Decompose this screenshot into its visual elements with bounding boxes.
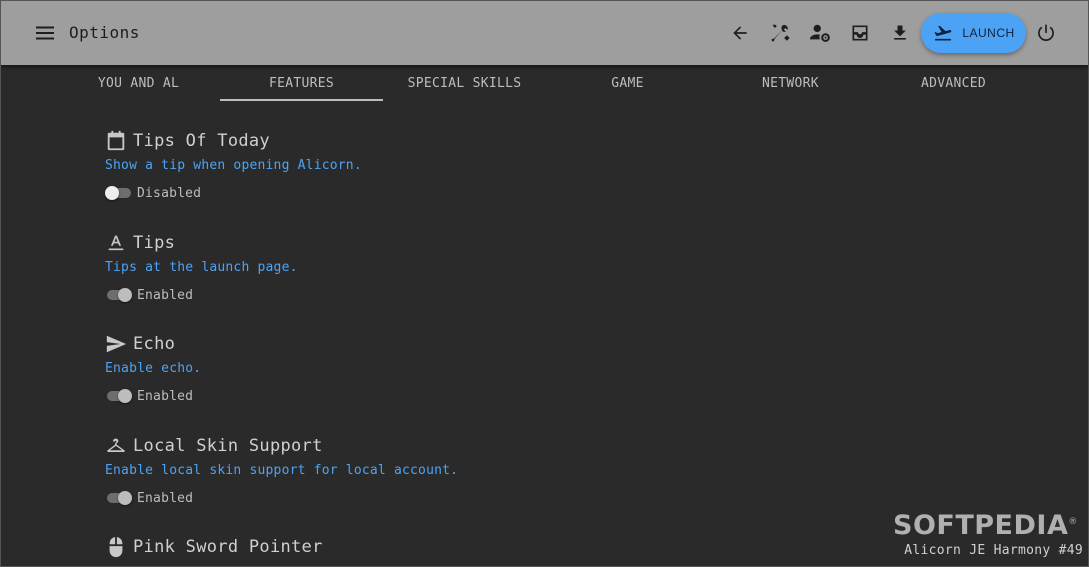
option-title: Tips	[133, 233, 176, 253]
option-description: Tips at the launch page.	[105, 260, 298, 275]
toggle-state-label: Disabled	[137, 185, 202, 201]
inbox-button[interactable]	[846, 19, 874, 47]
download-button[interactable]	[886, 19, 914, 47]
inbox-icon	[852, 25, 868, 41]
toggle-state-label: Enabled	[137, 287, 194, 303]
option-title: Local Skin Support	[133, 436, 323, 456]
account-settings-button[interactable]	[806, 19, 834, 47]
tab-features[interactable]: FEATURES	[220, 65, 383, 101]
power-button[interactable]	[1032, 19, 1060, 47]
launch-button[interactable]: LAUNCH	[921, 13, 1026, 53]
option-title: Pink Sword Pointer	[133, 537, 323, 557]
echo-toggle[interactable]	[105, 386, 132, 406]
option-title: Echo	[133, 334, 176, 354]
tools-icon	[771, 24, 790, 42]
tab-you-and-al[interactable]: YOU AND AL	[57, 65, 220, 101]
option-tips: Tips Tips at the launch page. Enabled	[105, 231, 298, 305]
power-icon	[1038, 24, 1054, 41]
options-tabs: YOU AND AL FEATURES SPECIAL SKILLS GAME …	[57, 65, 1035, 101]
app-window: Options LAUNCH YOU AND AL FEATURES SPECI…	[0, 0, 1089, 567]
tips-of-today-toggle[interactable]	[105, 183, 131, 203]
option-description: Show a tip when opening Alicorn.	[105, 158, 362, 173]
format-text-icon	[108, 235, 124, 251]
back-button[interactable]	[726, 19, 754, 47]
menu-icon	[36, 26, 54, 40]
option-local-skin-support: Local Skin Support Enable local skin sup…	[105, 434, 458, 508]
send-icon	[106, 335, 127, 353]
launch-label: LAUNCH	[962, 26, 1015, 40]
version-label: Alicorn JE Harmony #49	[904, 543, 1083, 558]
account-settings-icon	[809, 24, 830, 42]
tab-advanced[interactable]: ADVANCED	[872, 65, 1035, 101]
option-echo: Echo Enable echo. Enabled	[105, 332, 201, 406]
option-description: Enable local skin support for local acco…	[105, 463, 459, 478]
toggle-state-label: Enabled	[137, 388, 194, 404]
mouse-icon	[109, 537, 123, 558]
option-tips-of-today: Tips Of Today Show a tip when opening Al…	[105, 129, 362, 203]
menu-button[interactable]	[33, 21, 57, 45]
airplane-takeoff-icon	[934, 25, 952, 41]
tab-game[interactable]: GAME	[546, 65, 709, 101]
local-skin-support-toggle[interactable]	[105, 488, 132, 508]
app-bar: Options LAUNCH	[1, 1, 1088, 65]
download-icon	[894, 25, 906, 40]
toggle-state-label: Enabled	[137, 490, 194, 506]
softpedia-watermark: SOFTPEDIA®	[893, 510, 1078, 541]
tools-button[interactable]	[766, 19, 794, 47]
back-icon	[733, 26, 747, 40]
tab-network[interactable]: NETWORK	[709, 65, 872, 101]
option-pink-sword-pointer: Pink Sword Pointer	[105, 535, 323, 559]
tab-special-skills[interactable]: SPECIAL SKILLS	[383, 65, 546, 101]
hanger-icon	[107, 438, 125, 452]
page-title: Options	[69, 23, 140, 42]
option-description: Enable echo.	[105, 361, 202, 376]
tips-toggle[interactable]	[105, 285, 132, 305]
calendar-icon	[107, 130, 125, 151]
option-title: Tips Of Today	[133, 131, 270, 151]
